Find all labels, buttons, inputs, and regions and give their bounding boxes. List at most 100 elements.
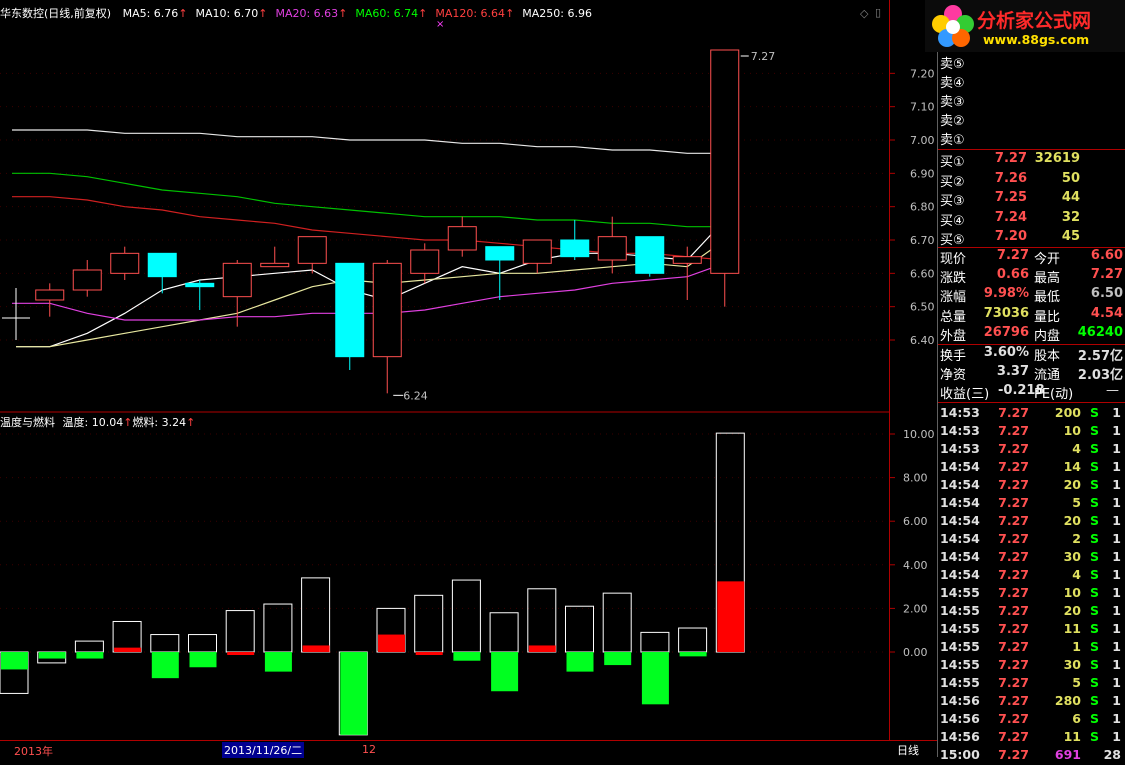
- trade-count: 1: [1112, 459, 1121, 474]
- fuel-bar: [641, 652, 669, 705]
- period-label[interactable]: 日线: [897, 742, 919, 758]
- trade-count: 1: [1112, 603, 1121, 618]
- sub-y-tick-label: 0.00: [903, 646, 928, 659]
- trade-side: S: [1090, 585, 1100, 600]
- trade-row[interactable]: 15:00 7.27 691 28: [940, 747, 1125, 765]
- buy-row[interactable]: 买④ 7.24 32: [940, 210, 1125, 229]
- stat-row[interactable]: 外盘 26796 内盘 46240: [940, 325, 1125, 344]
- stat-row[interactable]: 现价 7.27 今开 6.60: [940, 248, 1125, 267]
- candle-body: [710, 49, 740, 274]
- trade-volume: 11: [1063, 621, 1081, 636]
- candle-body: [672, 256, 702, 264]
- trade-row[interactable]: 14:54 7.27 20 S 1: [940, 513, 1125, 531]
- stat-row[interactable]: 净资 3.37 流通 2.03亿: [940, 364, 1125, 383]
- trade-row[interactable]: 14:54 7.27 20 S 1: [940, 477, 1125, 495]
- trade-row[interactable]: 14:56 7.27 6 S 1: [940, 711, 1125, 729]
- trade-price: 7.27: [998, 459, 1029, 474]
- up-arrow-icon: ↑: [178, 7, 188, 20]
- buy-row[interactable]: 买⑤ 7.20 45: [940, 229, 1125, 248]
- pe-value: —: [1106, 383, 1119, 398]
- fuel-bar: [264, 652, 292, 672]
- trade-price: 7.27: [998, 621, 1029, 636]
- stat-label: 现价: [940, 252, 967, 267]
- trade-row[interactable]: 14:55 7.27 5 S 1: [940, 675, 1125, 693]
- fuel-bar: [604, 652, 632, 666]
- trade-row[interactable]: 14:56 7.27 11 S 1: [940, 729, 1125, 747]
- trade-count: 1: [1112, 405, 1121, 420]
- stock-title[interactable]: 华东数控(日线,前复权): [0, 7, 111, 20]
- bottom-time-axis: 2013年 2013/11/26/二 12: [0, 740, 937, 758]
- trade-volume: 30: [1063, 657, 1081, 672]
- sell-level-label: 卖①: [940, 133, 965, 148]
- trade-side: S: [1090, 729, 1100, 744]
- trade-row[interactable]: 14:53 7.27 4 S 1: [940, 441, 1125, 459]
- trade-volume: 30: [1063, 549, 1081, 564]
- sub-y-tick-label: 8.00: [903, 472, 928, 485]
- trade-row[interactable]: 14:54 7.27 5 S 1: [940, 495, 1125, 513]
- trade-count: 1: [1112, 513, 1121, 528]
- sub-indicator-title[interactable]: 温度与燃料: [0, 416, 55, 429]
- trade-row[interactable]: 14:55 7.27 1 S 1: [940, 639, 1125, 657]
- sell-row[interactable]: 卖①: [940, 129, 1125, 148]
- trade-count: 28: [1103, 747, 1121, 762]
- trade-count: 1: [1112, 477, 1121, 492]
- trade-count: 1: [1112, 693, 1121, 708]
- trade-side: S: [1090, 423, 1100, 438]
- trade-side: S: [1090, 531, 1100, 546]
- buy-row[interactable]: 买③ 7.25 44: [940, 190, 1125, 209]
- trade-row[interactable]: 14:54 7.27 2 S 1: [940, 531, 1125, 549]
- trade-row[interactable]: 14:53 7.27 10 S 1: [940, 423, 1125, 441]
- stat-row[interactable]: 涨幅 9.98% 最低 6.50: [940, 286, 1125, 305]
- trade-row[interactable]: 14:54 7.27 30 S 1: [940, 549, 1125, 567]
- stat-label: 流通: [1034, 368, 1061, 383]
- trade-row[interactable]: 14:55 7.27 20 S 1: [940, 603, 1125, 621]
- temperature-bar: [489, 612, 519, 653]
- trade-row[interactable]: 14:55 7.27 30 S 1: [940, 657, 1125, 675]
- stat-label: 最高: [1034, 271, 1061, 287]
- candle-body: [372, 262, 402, 358]
- stat-row[interactable]: 总量 73036 量比 4.54: [940, 306, 1125, 325]
- stat-row[interactable]: 涨跌 0.66 最高 7.27: [940, 267, 1125, 286]
- eps-row[interactable]: 收益(三) -0.218 PE(动) —: [940, 383, 1125, 402]
- buy-level-label: 买②: [940, 174, 965, 190]
- sub-indicator-legend: 温度与燃料 温度: 10.04↑燃料: 3.24↑: [0, 414, 195, 430]
- fuel-bar: [491, 652, 519, 692]
- trade-row[interactable]: 14:55 7.27 10 S 1: [940, 585, 1125, 603]
- trade-row[interactable]: 14:56 7.27 280 S 1: [940, 693, 1125, 711]
- candle-body: [185, 282, 215, 288]
- sell-row[interactable]: 卖④: [940, 72, 1125, 91]
- trade-side: S: [1090, 567, 1100, 582]
- buy-row[interactable]: 买① 7.27 32619: [940, 151, 1125, 170]
- sell-row[interactable]: 卖②: [940, 110, 1125, 129]
- sub-y-tick-label: 4.00: [903, 559, 928, 572]
- trade-count: 1: [1112, 495, 1121, 510]
- stat-value: 4.54: [1090, 305, 1123, 321]
- trade-row[interactable]: 14:54 7.27 14 S 1: [940, 459, 1125, 477]
- selected-date-label[interactable]: 2013/11/26/二: [222, 742, 305, 758]
- ma-legend-item-3: MA60: 6.74↑: [355, 7, 428, 20]
- y-tick-label: 6.80: [910, 201, 935, 214]
- stat-row[interactable]: 换手 3.60% 股本 2.57亿: [940, 345, 1125, 364]
- fuel-bar: [453, 652, 481, 661]
- trade-time: 14:56: [940, 711, 980, 726]
- sell-row[interactable]: 卖③: [940, 91, 1125, 110]
- fuel-bar: [38, 652, 66, 659]
- scroll-icon[interactable]: ▯: [875, 6, 881, 19]
- trade-row[interactable]: 14:53 7.27 200 S 1: [940, 405, 1125, 423]
- trade-row[interactable]: 14:55 7.27 11 S 1: [940, 621, 1125, 639]
- trade-volume: 5: [1072, 495, 1081, 510]
- buy-row[interactable]: 买② 7.26 50: [940, 171, 1125, 190]
- stat-label: 涨幅: [940, 290, 967, 306]
- main-indicator-legend: 华东数控(日线,前复权) MA5: 6.76↑ MA10: 6.70↑ MA20: …: [0, 5, 608, 21]
- fuel-bar: [528, 645, 556, 652]
- diamond-icon[interactable]: ◇: [860, 7, 868, 20]
- trade-row[interactable]: 14:54 7.27 4 S 1: [940, 567, 1125, 585]
- trade-side: S: [1090, 693, 1100, 708]
- stat-value: 7.27: [1090, 267, 1123, 283]
- sell-row[interactable]: 卖⑤: [940, 53, 1125, 72]
- buy-price: 7.27: [994, 151, 1027, 166]
- stat-value: 3.60%: [983, 345, 1029, 360]
- trade-price: 7.27: [998, 711, 1029, 726]
- panel-separator: [938, 149, 1125, 150]
- trade-side: S: [1090, 405, 1100, 420]
